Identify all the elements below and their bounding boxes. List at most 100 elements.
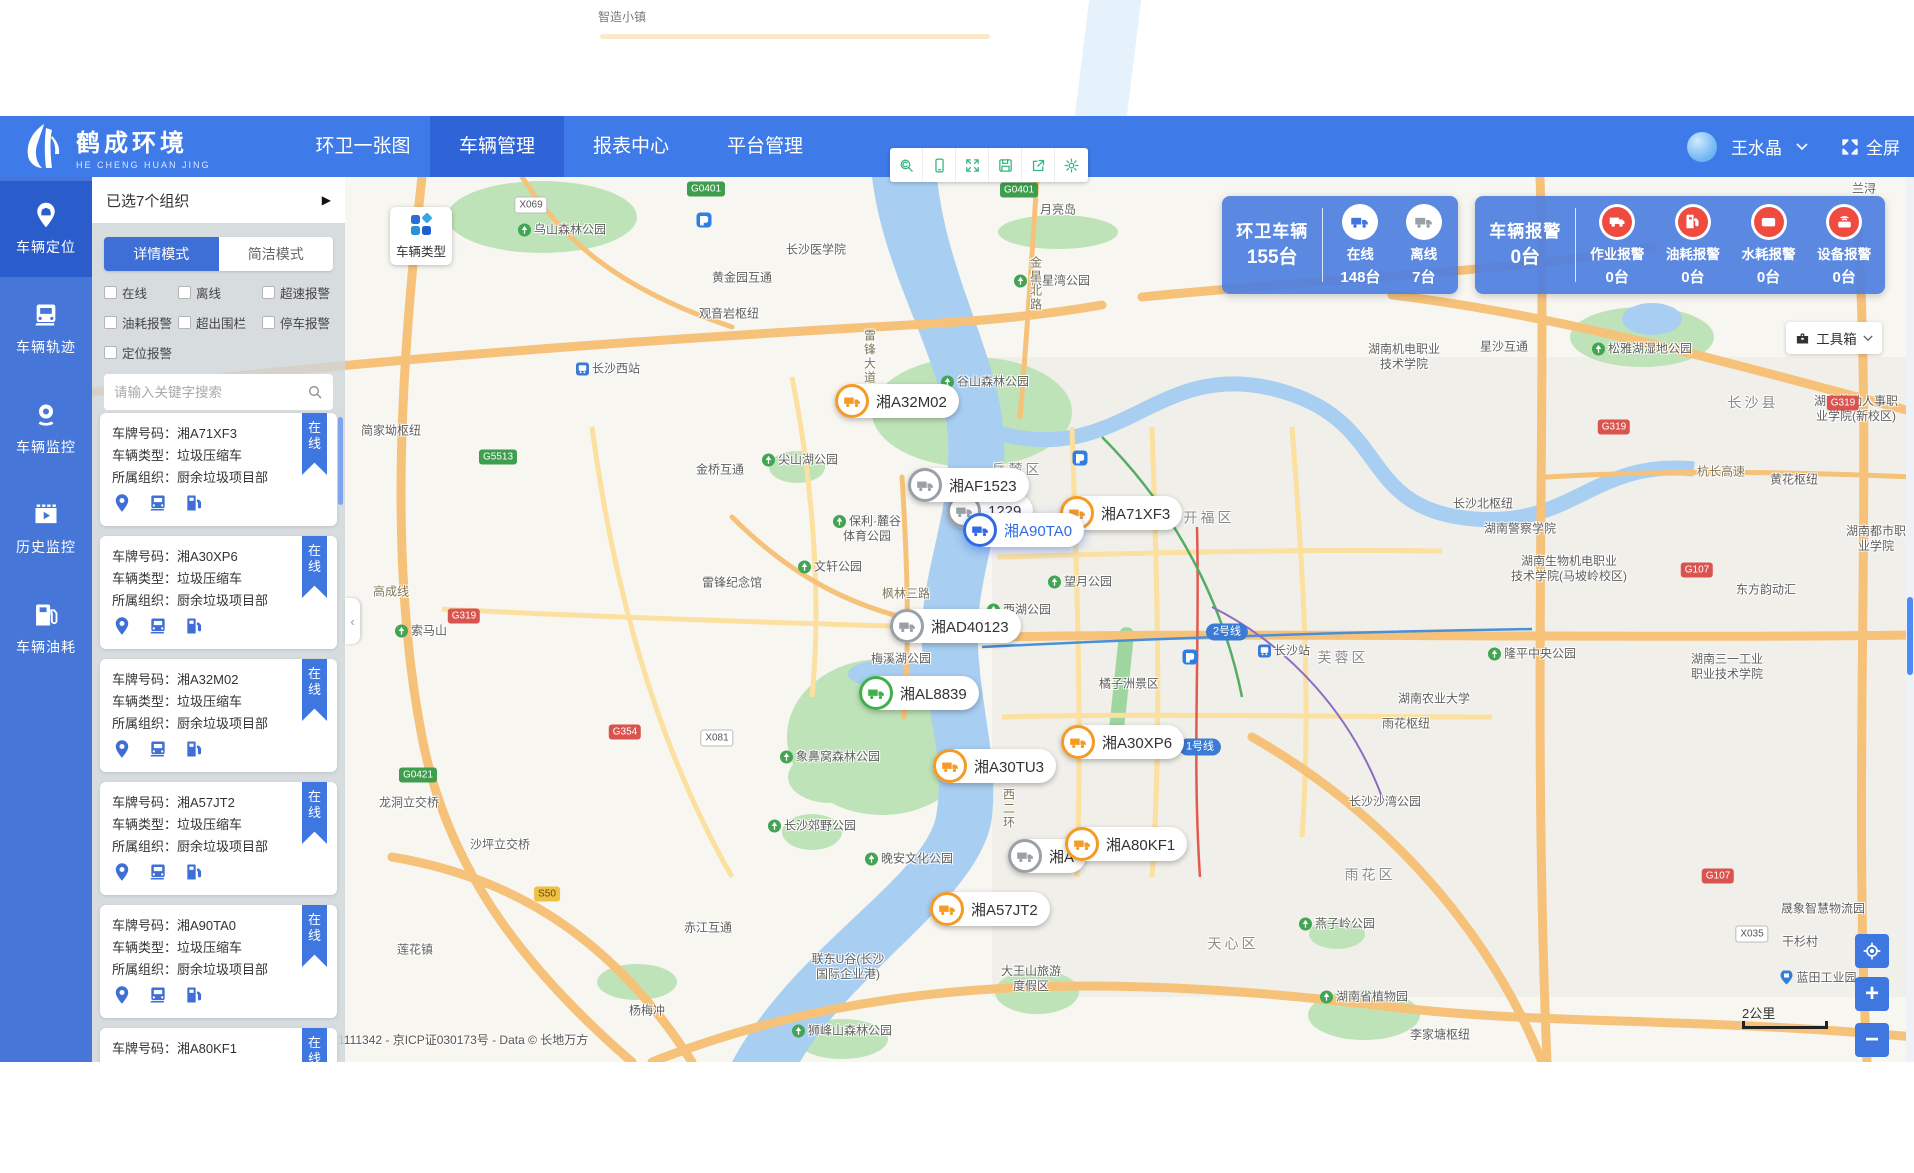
tab-simple-mode[interactable]: 简洁模式 xyxy=(219,237,334,271)
sidebar-item-vehicle-track[interactable]: 车辆轨迹 xyxy=(0,281,92,377)
marker-plate: 湘A30XP6 xyxy=(1102,732,1172,753)
fuel-icon[interactable] xyxy=(184,739,204,764)
alarm-total-title: 车辆报警 xyxy=(1481,219,1569,245)
nav-item-reports[interactable]: 报表中心 xyxy=(564,116,698,177)
search-input[interactable] xyxy=(114,385,307,400)
vehicle-marker[interactable]: 湘A30TU3 xyxy=(933,749,1056,783)
mobile-icon[interactable] xyxy=(923,148,956,182)
map-poi-label: 银星湾公园 xyxy=(1014,274,1090,289)
locate-pin-icon[interactable] xyxy=(112,616,132,641)
marker-truck-icon xyxy=(1008,839,1042,873)
track-icon[interactable] xyxy=(148,739,168,764)
vehicle-card[interactable]: 车牌号码：湘A32M02车辆类型：垃圾压缩车所属组织：厨余垃圾项目部在线 xyxy=(100,659,337,772)
map-poi-label: 龙洞立交桥 xyxy=(379,796,439,811)
vehicle-marker[interactable]: 湘A30XP6 xyxy=(1061,725,1184,759)
checkbox[interactable] xyxy=(104,346,117,359)
checkbox[interactable] xyxy=(262,286,275,299)
vehicle-card[interactable]: 车牌号码：湘A57JT2车辆类型：垃圾压缩车所属组织：厨余垃圾项目部在线 xyxy=(100,782,337,895)
fuel-icon[interactable] xyxy=(184,985,204,1010)
vehicle-card[interactable]: 车牌号码：湘A71XF3车辆类型：垃圾压缩车所属组织：厨余垃圾项目部在线 xyxy=(100,413,337,526)
road-shield-badge: G319 xyxy=(448,609,480,624)
checkbox[interactable] xyxy=(104,316,117,329)
filter-online[interactable]: 在线 xyxy=(104,283,178,302)
vehicle-marker[interactable]: 湘A90TA0 xyxy=(963,513,1084,547)
stats-panel-alarms: 车辆报警 0台 作业报警 0台 油耗报警 0台 水耗报警 0台 设备报警 0台 xyxy=(1475,196,1885,294)
fuel-icon[interactable] xyxy=(184,862,204,887)
map-canvas[interactable]: 环卫车辆 155台 在线 148台 离线 7台 车辆报警 0台 作业报警 0台 … xyxy=(92,177,1914,1062)
map-poi-label: 干杉村 xyxy=(1782,935,1818,950)
filter-offline[interactable]: 离线 xyxy=(178,283,262,302)
save-icon[interactable] xyxy=(989,148,1022,182)
vehicle-marker[interactable]: 湘A80KF1 xyxy=(1065,827,1187,861)
vehicle-marker[interactable]: 湘AF1523 xyxy=(908,468,1029,502)
fuel-icon[interactable] xyxy=(184,493,204,518)
nav-item-platform[interactable]: 平台管理 xyxy=(698,116,832,177)
parking-icon: P xyxy=(1183,650,1198,669)
locate-pin-icon[interactable] xyxy=(112,739,132,764)
zoom-in-button[interactable]: + xyxy=(1855,977,1889,1011)
vehicle-marker[interactable]: 湘AL8839 xyxy=(859,676,979,710)
vehicle-card-line: 所属组织：厨余垃圾项目部 xyxy=(112,590,325,612)
sidebar-item-history-monitor[interactable]: 历史监控 xyxy=(0,481,92,577)
vehicle-card[interactable]: 车牌号码：湘A90TA0车辆类型：垃圾压缩车所属组织：厨余垃圾项目部在线 xyxy=(100,905,337,1018)
tab-detail-mode[interactable]: 详情模式 xyxy=(104,237,219,271)
checkbox[interactable] xyxy=(178,316,191,329)
road-shield-badge: G107 xyxy=(1702,869,1734,884)
vehicle-card[interactable]: 车牌号码：湘A30XP6车辆类型：垃圾压缩车所属组织：厨余垃圾项目部在线 xyxy=(100,536,337,649)
track-icon[interactable] xyxy=(148,493,168,518)
sidebar-item-vehicle-monitor[interactable]: 车辆监控 xyxy=(0,381,92,477)
search-icon[interactable] xyxy=(307,384,323,400)
filter-overspeed[interactable]: 超速报警 xyxy=(262,283,333,302)
org-header[interactable]: 已选7个组织 ▶ xyxy=(92,177,345,223)
vehicle-type-button[interactable]: 车辆类型 xyxy=(390,207,452,265)
zoom-out-button[interactable]: − xyxy=(1855,1023,1889,1057)
chevron-down-icon[interactable] xyxy=(1796,143,1808,151)
locate-button[interactable] xyxy=(1855,934,1889,968)
avatar[interactable] xyxy=(1687,132,1717,162)
vehicle-marker[interactable]: 湘A57JT2 xyxy=(930,892,1050,926)
filter-locate-alarm[interactable]: 定位报警 xyxy=(104,343,178,362)
locate-pin-icon[interactable] xyxy=(112,862,132,887)
alarm-total: 车辆报警 0台 xyxy=(1481,219,1569,271)
checkbox[interactable] xyxy=(178,286,191,299)
user-name[interactable]: 王水晶 xyxy=(1731,134,1782,159)
filter-fuel-alarm[interactable]: 油耗报警 xyxy=(104,313,178,332)
track-icon[interactable] xyxy=(148,862,168,887)
grid-icon xyxy=(409,213,433,237)
vehicle-card[interactable]: 车牌号码：湘A80KF1车辆类型：垃圾压缩车所属组织：厨余垃圾项目部在线 xyxy=(100,1028,337,1062)
scrollbar-thumb[interactable] xyxy=(1907,597,1913,675)
sidebar-label: 车辆油耗 xyxy=(16,637,76,657)
track-icon[interactable] xyxy=(148,985,168,1010)
vehicle-list[interactable]: 车牌号码：湘A71XF3车辆类型：垃圾压缩车所属组织：厨余垃圾项目部在线车牌号码… xyxy=(92,409,345,1062)
share-icon[interactable] xyxy=(1022,148,1055,182)
filter-parking-alarm[interactable]: 停车报警 xyxy=(262,313,333,332)
settings-icon[interactable] xyxy=(1055,148,1088,182)
vehicle-marker[interactable]: 湘A32M02 xyxy=(835,384,959,418)
panel-scrollbar[interactable] xyxy=(338,417,343,505)
filter-out-of-fence[interactable]: 超出围栏 xyxy=(178,313,262,332)
divider xyxy=(1322,208,1323,282)
zoom-explore-icon[interactable] xyxy=(890,148,923,182)
fuel-icon[interactable] xyxy=(184,616,204,641)
checkbox[interactable] xyxy=(104,286,117,299)
arrow-right-icon[interactable]: ▶ xyxy=(322,193,331,207)
page-scrollbar[interactable] xyxy=(1906,177,1914,1062)
locate-pin-icon[interactable] xyxy=(112,493,132,518)
panel-collapse-handle[interactable]: ‹ xyxy=(345,598,360,644)
sidebar-item-vehicle-locate[interactable]: 车辆定位 xyxy=(0,181,92,277)
map-poi-label: 长沙站 xyxy=(1258,644,1310,659)
nav-item-overview[interactable]: 环卫一张图 xyxy=(296,116,430,177)
fullscreen-button[interactable]: 全屏 xyxy=(1840,134,1900,159)
map-copyright: 1111342 - 京ICP证030173号 - Data © 长地万方 xyxy=(338,1031,588,1048)
nav-item-vehicle-mgmt[interactable]: 车辆管理 xyxy=(430,116,564,177)
checkbox[interactable] xyxy=(262,316,275,329)
online-value: 148台 xyxy=(1340,266,1380,287)
fullscreen-icon xyxy=(1840,137,1860,157)
locate-pin-icon[interactable] xyxy=(112,985,132,1010)
vehicle-marker[interactable]: 湘AD40123 xyxy=(890,609,1021,643)
expand-icon[interactable] xyxy=(956,148,989,182)
track-icon[interactable] xyxy=(148,616,168,641)
toolbox-button[interactable]: 工具箱 xyxy=(1786,322,1882,354)
sidebar-item-vehicle-fuel[interactable]: 车辆油耗 xyxy=(0,581,92,677)
svg-text:P: P xyxy=(1186,652,1193,664)
